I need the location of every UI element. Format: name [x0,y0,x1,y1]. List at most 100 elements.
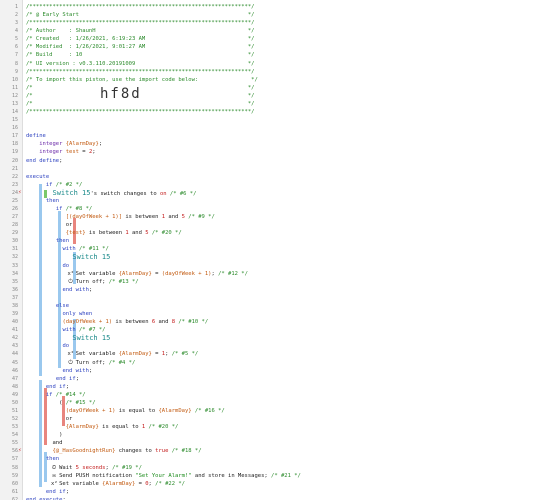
var-token: {AlarmDay} [102,480,136,487]
text-token: and store in Messages; [191,472,268,479]
dev-token: Switch 15 [52,188,91,197]
var-token: [(dayOfWeek + 1)] [65,214,123,221]
kw-token: end define [26,157,60,164]
comment-token: /* UI version : v0.3.110.20191009 */ [26,60,255,67]
text-token: ( [26,399,63,406]
var-token: test [65,149,79,156]
comment-token: /* */ [26,100,255,107]
kw-token: end with [62,367,89,374]
comment-token: /* #16 */ [191,408,225,414]
comment-token: /* #20 */ [148,230,182,237]
comment-token: /* Modified : 1/26/2021, 9:01:27 AM */ [26,44,255,51]
comment-token: /* #10 */ [175,319,209,326]
var-token: (dayOfWeek + 1) [65,408,116,414]
comment-token: /* #9 */ [184,214,215,221]
code-line[interactable]: end define; [26,157,62,165]
comment-token: /***************************************… [26,20,255,27]
kw-token: define [26,133,46,140]
kw-token: else [55,302,70,309]
text-token: ; [88,367,93,374]
kw-token: with [62,246,76,253]
num-token: 5 seconds [75,464,106,471]
comment-token: /* #6 */ [166,190,197,197]
code-line[interactable]: /***************************************… [26,108,254,116]
text-token: and [26,440,63,447]
comment-token: /* #12 */ [214,270,248,277]
text-token: ; [65,383,70,390]
comment-token: /***************************************… [26,109,255,116]
comment-token: /* #21 */ [267,472,301,479]
code-line[interactable]: end execute; [26,496,66,500]
text-token: and [128,230,146,237]
text-token: = [151,351,162,358]
type-token: integer [39,149,63,156]
text-token: is between [85,230,126,237]
text-token: ; [75,375,79,382]
comment-token: /***************************************… [26,68,255,75]
var-token: {AlarmDay} [118,351,152,358]
text-token: ; [59,157,63,164]
text-token: ; [88,286,93,293]
kw-token: then [55,238,70,245]
text-token: is between [112,319,152,326]
text-token: = [151,270,162,277]
text-token: = [135,480,146,487]
var-token: {AlarmDay} [158,408,192,414]
kw-token: do [62,262,70,269]
text-token: or [26,222,73,229]
text-token: ; [92,149,96,156]
kw-token: then [45,456,60,463]
comment-token: /* #18 */ [168,448,202,455]
comment-token: /* To import this piston, use the import… [26,76,258,83]
comment-token: /* Author : ShaunH */ [26,28,255,35]
dev-token: Switch 15 [72,253,111,262]
kw-token: do [62,343,70,350]
text-token: Set variable [26,480,103,487]
text-token: Turn off; [26,278,106,285]
kw-token: only when [62,311,93,318]
str-token: "Set Your Alarm!" [135,472,192,479]
text-token: ; [98,141,103,148]
var-token: {AlarmDay} [65,141,99,148]
text-token: 's switch changes to [90,190,160,197]
comment-token: /* #11 */ [75,246,109,253]
type-token: integer [39,141,63,148]
comment-token: /* #5 */ [168,351,199,358]
comment-token: /* #15 */ [62,399,96,406]
text-token: ) [26,432,63,439]
comment-token: /* @ Early Start */ [26,12,255,19]
text-token: and [155,319,172,326]
text-token: = [79,149,89,156]
text-token: is equal to [115,408,159,414]
comment-token: /* #7 */ [75,327,106,334]
comment-token: /***************************************… [26,4,255,10]
kw-token: end if [55,375,76,382]
trigger-marker-icon: ⚡ [18,188,22,196]
var-token: {AlarmDay} [65,424,99,431]
code-line[interactable]: end with; [26,286,92,294]
kw-token: if [45,181,53,188]
text-token: changes to [115,448,156,455]
text-token: Send PUSH notification [26,472,136,479]
kw-token: then [45,197,60,204]
comment-token: /* #14 */ [52,391,86,398]
comment-token: /* #2 */ [52,181,83,188]
